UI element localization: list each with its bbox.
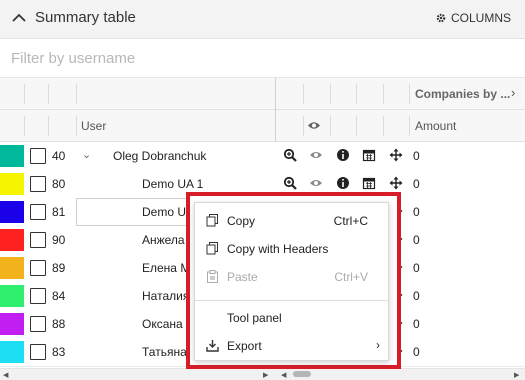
column-header-row: User Amount [0,110,525,142]
horizontal-scrollbar[interactable]: ◀ ▶ ◀ ▶ [0,368,525,380]
columns-button-label: COLUMNS [450,11,511,25]
menu-item-copy[interactable]: Copy Ctrl+C [195,207,388,235]
zoom-icon[interactable] [283,148,297,162]
summary-header: Summary table COLUMNS [0,0,525,39]
page-title: Summary table [35,9,136,26]
row-select-checkbox[interactable] [30,204,46,220]
row-id: 89 [52,261,66,275]
menu-item-paste[interactable]: Paste Ctrl+V [195,263,388,291]
row-id: 90 [52,233,66,247]
row-color-swatch [0,201,24,223]
group-header-row: Companies by ... › [0,78,525,110]
row-id: 84 [52,289,66,303]
row-id: 81 [52,205,66,219]
info-icon[interactable] [336,176,350,190]
row-user: Анжела [142,233,185,247]
row-color-swatch [0,145,24,167]
menu-item-label: Tool panel [227,311,282,325]
username-filter-input[interactable] [0,39,525,77]
menu-item-shortcut: Ctrl+V [334,270,368,284]
menu-item-export[interactable]: Export › [195,332,388,360]
row-color-swatch [0,173,24,195]
row-user: Оксана [142,317,183,331]
row-user: Татьяна [142,345,187,359]
copy-icon [206,242,218,255]
row-select-checkbox[interactable] [30,260,46,276]
row-amount: 0 [413,345,420,359]
column-header-amount[interactable]: Amount [415,119,456,133]
eye-icon[interactable] [309,176,323,190]
calendar-icon[interactable] [362,176,376,190]
scroll-thumb[interactable] [293,371,311,377]
download-icon [206,340,219,352]
table-row[interactable]: 40 ⌄ Oleg Dobranchuk 0 [0,142,525,171]
chevron-right-icon[interactable]: › [511,85,515,100]
chevron-up-icon[interactable] [10,9,28,27]
scroll-right-icon[interactable]: ▶ [263,371,268,379]
row-amount: 0 [413,289,420,303]
row-id: 83 [52,345,66,359]
row-select-checkbox[interactable] [30,148,46,164]
row-user: Demo UA 1 [142,177,204,191]
row-select-checkbox[interactable] [30,316,46,332]
paste-icon [207,270,218,283]
row-id: 80 [52,177,66,191]
row-color-swatch [0,285,24,307]
menu-item-label: Copy with Headers [227,242,329,256]
expand-chevron-icon[interactable]: ⌄ [82,148,91,161]
row-amount: 0 [413,233,420,247]
row-amount: 0 [413,317,420,331]
move-icon[interactable] [389,176,403,190]
row-user: Наталия [142,289,190,303]
row-color-swatch [0,257,24,279]
eye-icon[interactable] [307,120,321,131]
eye-icon[interactable] [309,148,323,162]
menu-item-tool-panel[interactable]: Tool panel [195,304,388,332]
row-color-swatch [0,313,24,335]
menu-item-copy-with-headers[interactable]: Copy with Headers [195,235,388,263]
row-id: 88 [52,317,66,331]
copy-icon [206,214,218,227]
column-header-user[interactable]: User [81,119,106,133]
row-amount: 0 [413,177,420,191]
menu-item-shortcut: Ctrl+C [333,214,368,228]
row-select-checkbox[interactable] [30,232,46,248]
row-select-checkbox[interactable] [30,288,46,304]
filter-bar [0,39,525,78]
row-id: 40 [52,149,66,163]
columns-button[interactable]: COLUMNS [435,11,511,25]
info-icon[interactable] [336,148,350,162]
row-color-swatch [0,341,24,363]
menu-divider [195,300,388,301]
move-icon[interactable] [389,148,403,162]
context-menu: Copy Ctrl+C Copy with Headers Paste Ctrl… [194,202,389,361]
row-select-checkbox[interactable] [30,344,46,360]
scroll-right-icon[interactable]: ▶ [514,371,519,379]
submenu-arrow-icon: › [376,338,380,352]
row-user: Елена М [142,261,191,275]
row-amount: 0 [413,149,420,163]
calendar-icon[interactable] [362,148,376,162]
row-amount: 0 [413,205,420,219]
menu-item-label: Paste [227,270,258,284]
zoom-icon[interactable] [283,176,297,190]
scroll-left-icon[interactable]: ◀ [3,371,8,379]
row-amount: 0 [413,261,420,275]
group-header-companies[interactable]: Companies by ... [415,87,510,101]
scroll-left-icon[interactable]: ◀ [281,371,286,379]
menu-item-label: Export [227,339,262,353]
menu-item-label: Copy [227,214,256,228]
gear-icon [436,13,446,23]
row-color-swatch [0,229,24,251]
row-select-checkbox[interactable] [30,176,46,192]
row-user: Oleg Dobranchuk [113,149,207,163]
context-menu-highlight: Copy Ctrl+C Copy with Headers Paste Ctrl… [186,192,401,369]
